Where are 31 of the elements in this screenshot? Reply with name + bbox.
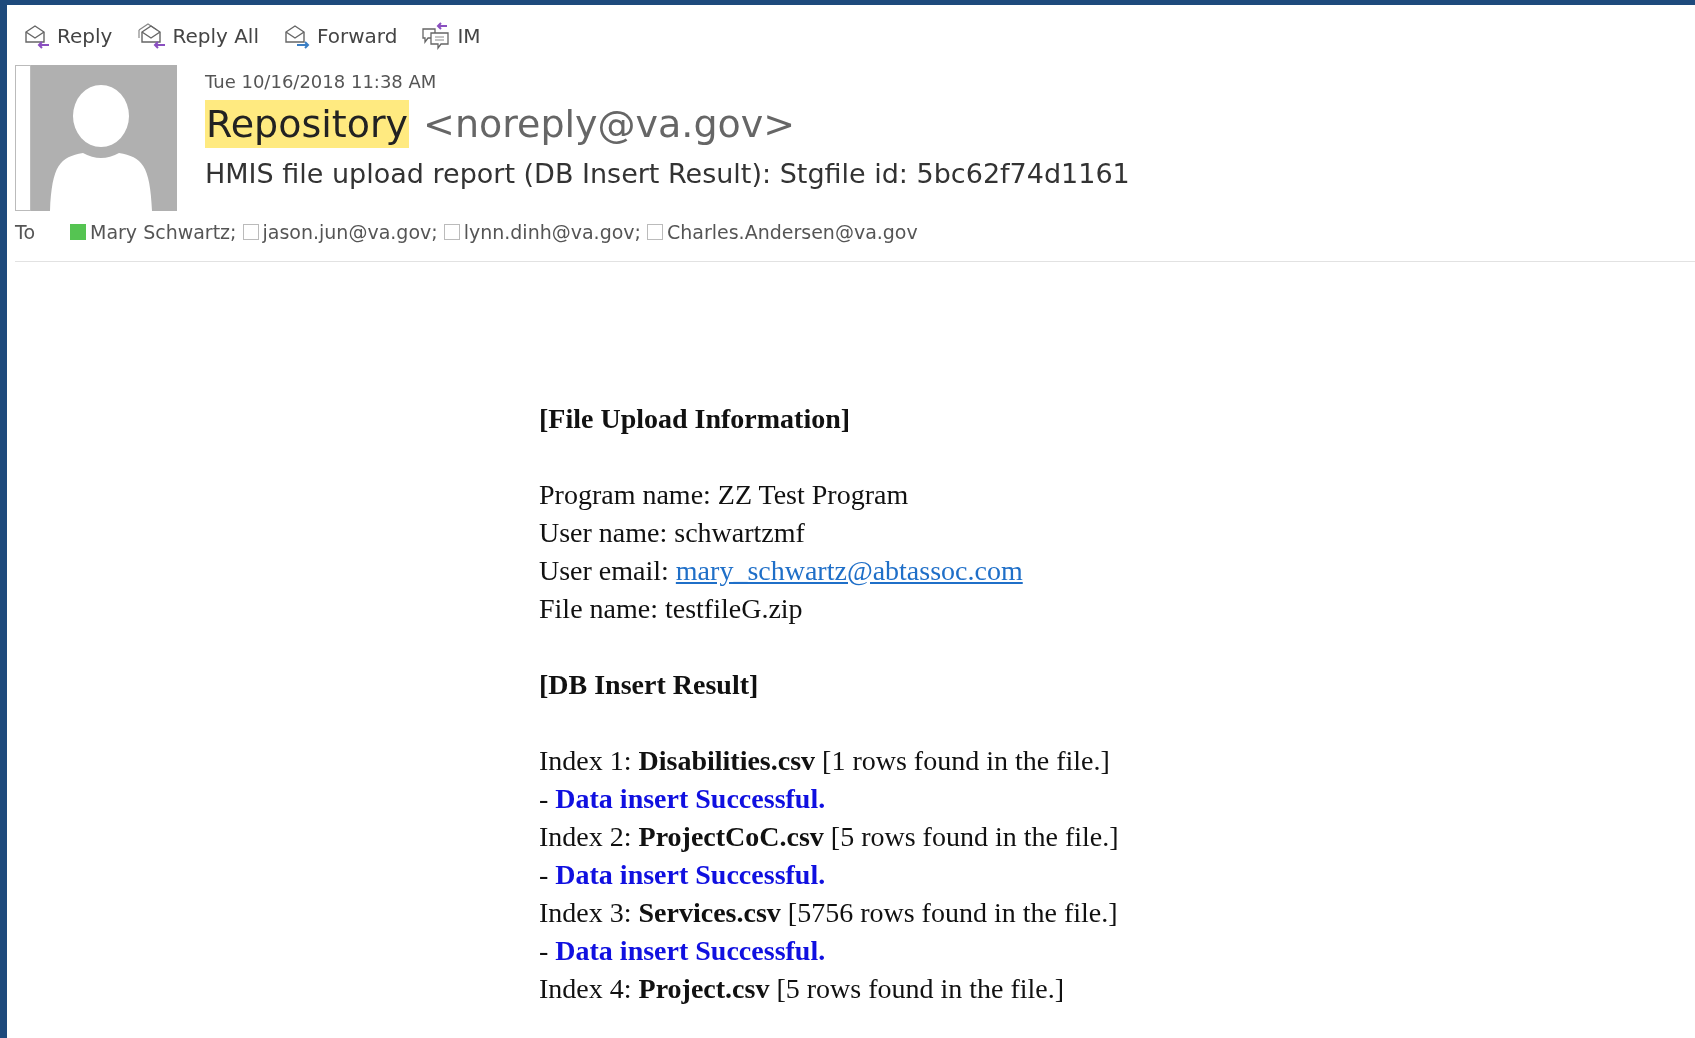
body-text: File name: testfileG.zip	[539, 592, 804, 626]
forward-icon	[282, 23, 311, 49]
section-heading: [File Upload Information]	[539, 402, 852, 436]
result-text: - Data insert Successful.	[539, 858, 827, 892]
section-heading: [DB Insert Result]	[539, 668, 760, 702]
reply-icon	[23, 23, 51, 49]
body-text: Program name: ZZ Test Program	[539, 478, 910, 512]
body-text: Index 2: ProjectCoC.csv [5 rows found in the file.]	[539, 820, 1120, 854]
chat-bubbles-icon	[421, 22, 452, 50]
body-text: Index 1: Disabilities.csv [1 rows found in the file.]	[539, 744, 1111, 778]
toolbar-button[interactable]: Forward	[280, 21, 400, 51]
result-text: - Data insert Successful.	[539, 934, 827, 968]
subject-line: HMIS file upload report (DB Insert Result): Stgfile id: 5bc62f74d1161	[205, 158, 1130, 189]
recipient-name[interactable]: Charles.Andersen@va.gov	[667, 221, 918, 243]
body-text: User email:	[539, 555, 670, 586]
recipient-name[interactable]: Mary Schwartz;	[90, 221, 237, 243]
reply-all-icon	[136, 23, 167, 49]
body-text: User name: schwartzmf	[539, 516, 806, 550]
body-text: Index 4: Project.csv [5 rows found in the file.]	[539, 972, 1066, 1006]
sender-name: Repository	[205, 100, 410, 148]
sent-date: Tue 10/16/2018 11:38 AM	[205, 71, 438, 92]
recipient-name[interactable]: lynn.dinh@va.gov;	[463, 221, 641, 243]
to-label: To	[15, 221, 36, 243]
email-link[interactable]: mary_schwartz@abtassoc.com	[675, 555, 1023, 586]
result-text: - Data insert Successful.	[539, 782, 827, 816]
toolbar-button[interactable]: IM	[419, 20, 483, 52]
toolbar-button[interactable]: Reply All	[134, 21, 261, 51]
body-text: Index 3: Services.csv [5756 rows found in the file.]	[539, 896, 1119, 930]
recipient-name[interactable]: jason.jun@va.gov;	[262, 221, 438, 243]
sender-address: <noreply@va.gov>	[423, 102, 796, 146]
toolbar-button[interactable]: Reply	[21, 21, 115, 51]
